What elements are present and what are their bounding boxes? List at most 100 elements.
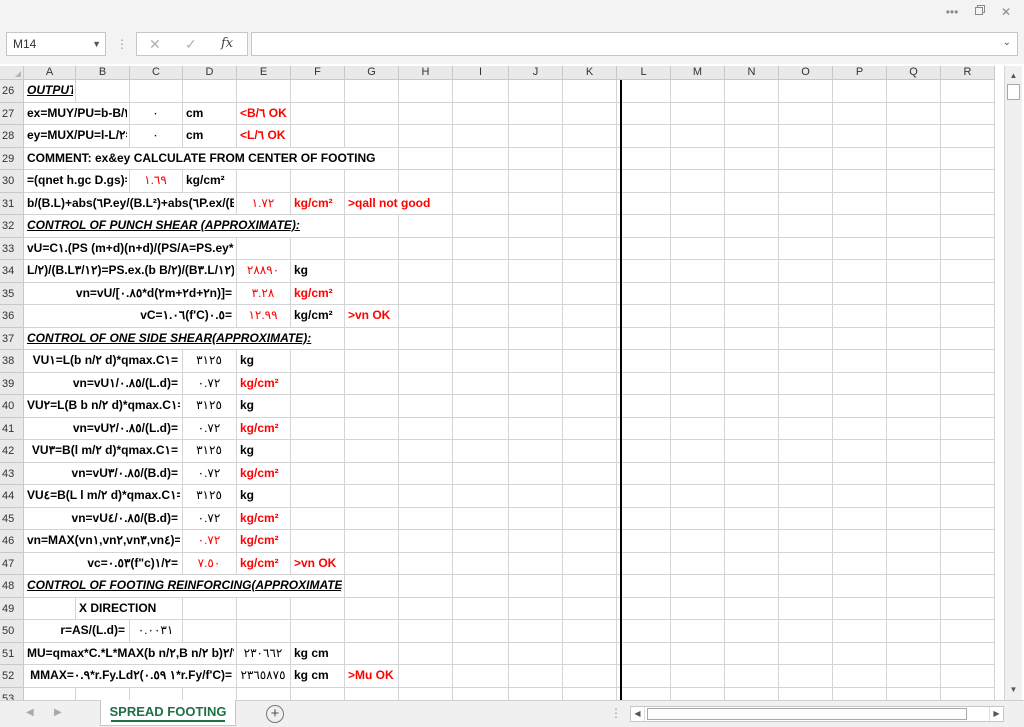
row-header[interactable]: 50 xyxy=(0,620,24,643)
row-header[interactable]: 33 xyxy=(0,237,24,260)
column-header-l[interactable]: L xyxy=(617,66,671,80)
column-header-e[interactable]: E xyxy=(237,66,291,80)
column-header-q[interactable]: Q xyxy=(887,66,941,80)
cell-a35[interactable]: vn=vU/[٠.٨٥*d(٢m+٢d+٢n)]= xyxy=(25,282,234,304)
cell-d27[interactable]: cm xyxy=(184,102,234,124)
column-header-i[interactable]: I xyxy=(453,66,509,80)
row-header[interactable]: 51 xyxy=(0,642,24,665)
cell-d38[interactable]: ٣١٢٥ xyxy=(184,350,234,372)
scroll-down-icon[interactable]: ▼ xyxy=(1006,682,1021,698)
column-header-p[interactable]: P xyxy=(833,66,887,80)
cell-d30[interactable]: kg/cm² xyxy=(184,170,234,192)
cell-a32[interactable]: CONTROL OF PUNCH SHEAR (APPROXIMATE): xyxy=(25,215,342,237)
cell-a43[interactable]: vn=vU٣/٠.٨٥/(B.d)= xyxy=(25,462,180,484)
cell-d44[interactable]: ٣١٢٥ xyxy=(184,485,234,507)
cell-d43[interactable]: ٠.٧٢ xyxy=(184,462,234,484)
cell-e28[interactable]: <L/٦ OK xyxy=(238,125,288,147)
cell-a48[interactable]: CONTROL OF FOOTING REINFORCING(APPROXIMA… xyxy=(25,575,342,597)
cell-a28[interactable]: ey=MUX/PU=l-L/٢= xyxy=(25,125,127,147)
prev-sheet-icon[interactable]: ◀ xyxy=(26,707,34,718)
vertical-dots-icon[interactable]: ⋮ xyxy=(116,36,128,52)
row-header[interactable]: 31 xyxy=(0,192,24,215)
cell-d47[interactable]: ٧.٥٠ xyxy=(184,552,234,574)
cell-c30[interactable]: ١.٦٩ xyxy=(131,170,180,192)
cell-a29[interactable]: COMMENT: ex&ey CALCULATE FROM CENTER OF … xyxy=(25,147,396,169)
cell-a41[interactable]: vn=vU٢/٠.٨٥/(L.d)= xyxy=(25,417,180,439)
cell-a40[interactable]: VU٢=L(B b n/٢ d)*qmax.C١= xyxy=(25,395,180,417)
row-header[interactable]: 35 xyxy=(0,282,24,305)
cell-a38[interactable]: VU١=L(b n/٢ d)*qmax.C١= xyxy=(25,350,180,372)
cell-f31[interactable]: kg/cm² xyxy=(292,192,342,214)
cell-a33[interactable]: vU=C١.(PS (m+d)(n+d)/(PS/A=PS.ey*l xyxy=(25,237,234,259)
row-header[interactable]: 29 xyxy=(0,147,24,170)
row-header[interactable]: 39 xyxy=(0,372,24,395)
cell-a51[interactable]: MU=qmax*C.*L*MAX(b n/٢,B n/٢ b)٢/٢= xyxy=(25,642,234,664)
row-header[interactable]: 47 xyxy=(0,552,24,575)
row-header[interactable]: 40 xyxy=(0,395,24,418)
cell-a50[interactable]: r=AS/(L.d)= xyxy=(25,620,127,642)
column-header-r[interactable]: R xyxy=(941,66,995,80)
row-header[interactable]: 52 xyxy=(0,665,24,688)
cell-a36[interactable]: vC=١.٠٦(f'C)٠.٥= xyxy=(25,305,234,327)
vertical-scrollbar[interactable]: ▲ ▼ xyxy=(1004,66,1022,700)
row-header[interactable]: 41 xyxy=(0,417,24,440)
column-header-o[interactable]: O xyxy=(779,66,833,80)
column-header-f[interactable]: F xyxy=(291,66,345,80)
cell-e44[interactable]: kg xyxy=(238,485,288,507)
cell-e40[interactable]: kg xyxy=(238,395,288,417)
column-header-j[interactable]: J xyxy=(509,66,563,80)
row-header[interactable]: 34 xyxy=(0,260,24,283)
row-header[interactable]: 43 xyxy=(0,462,24,485)
row-header[interactable]: 26 xyxy=(0,80,24,103)
row-header[interactable]: 46 xyxy=(0,530,24,553)
cell-a42[interactable]: VU٣=B(l m/٢ d)*qmax.C١= xyxy=(25,440,180,462)
cell-d39[interactable]: ٠.٧٢ xyxy=(184,372,234,394)
cell-g52[interactable]: >Mu OK xyxy=(346,665,396,687)
row-header[interactable]: 48 xyxy=(0,575,24,598)
cell-a45[interactable]: vn=vU٤/٠.٨٥/(B.d)= xyxy=(25,507,180,529)
cell-a37[interactable]: CONTROL OF ONE SIDE SHEAR(APPROXIMATE): xyxy=(25,327,342,349)
expand-formula-icon[interactable]: ⌄ xyxy=(1003,37,1011,48)
cell-e31[interactable]: ١.٧٢ xyxy=(238,192,288,214)
cell-a39[interactable]: vn=vU١/٠.٨٥/(L.d)= xyxy=(25,372,180,394)
cell-d46[interactable]: ٠.٧٢ xyxy=(184,530,234,552)
row-header[interactable]: 42 xyxy=(0,440,24,463)
cell-f36[interactable]: kg/cm² xyxy=(292,305,342,327)
cell-e51[interactable]: ٢٣٠٦٦٢ xyxy=(238,642,288,664)
column-header-m[interactable]: M xyxy=(671,66,725,80)
close-icon[interactable]: ✕ xyxy=(998,4,1014,20)
cell-d41[interactable]: ٠.٧٢ xyxy=(184,417,234,439)
row-header[interactable]: 53 xyxy=(0,687,24,700)
cell-e43[interactable]: kg/cm² xyxy=(238,462,288,484)
cell-e34[interactable]: ٢٨٨٩٠ xyxy=(238,260,288,282)
function-icon[interactable]: fx xyxy=(221,36,233,52)
cell-e42[interactable]: kg xyxy=(238,440,288,462)
more-options-icon[interactable]: ••• xyxy=(944,4,960,20)
column-header-d[interactable]: D xyxy=(183,66,237,80)
cell-e39[interactable]: kg/cm² xyxy=(238,372,288,394)
cell-a34[interactable]: L/٢)/(B.L٣/١٢)=PS.ex.(b B/٢)/(B٣.L/١٢)= xyxy=(25,260,234,282)
scroll-right-icon[interactable]: ▶ xyxy=(989,707,1003,721)
row-header[interactable]: 44 xyxy=(0,485,24,508)
horizontal-scrollbar[interactable]: ◀ ▶ xyxy=(630,706,1004,722)
column-header-k[interactable]: K xyxy=(563,66,617,80)
scroll-left-icon[interactable]: ◀ xyxy=(631,707,645,721)
cell-d45[interactable]: ٠.٧٢ xyxy=(184,507,234,529)
name-box[interactable]: M14 ▼ xyxy=(6,32,106,56)
cell-f51[interactable]: kg cm xyxy=(292,642,342,664)
cell-c28[interactable]: ٠ xyxy=(131,125,180,147)
cell-e46[interactable]: kg/cm² xyxy=(238,530,288,552)
column-header-b[interactable]: B xyxy=(76,66,130,80)
check-icon[interactable]: ✓ xyxy=(185,36,197,52)
chevron-down-icon[interactable]: ▼ xyxy=(92,33,101,55)
row-header[interactable]: 45 xyxy=(0,507,24,530)
scroll-thumb[interactable] xyxy=(647,708,967,720)
row-header[interactable]: 32 xyxy=(0,215,24,238)
cell-e41[interactable]: kg/cm² xyxy=(238,417,288,439)
cell-d28[interactable]: cm xyxy=(184,125,234,147)
cell-a27[interactable]: ex=MUY/PU=b-B/٢= xyxy=(25,102,127,124)
cell-a44[interactable]: VU٤=B(L l m/٢ d)*qmax.C١= xyxy=(25,485,180,507)
column-header-h[interactable]: H xyxy=(399,66,453,80)
select-all-corner[interactable] xyxy=(0,66,24,80)
cancel-x-icon[interactable]: ✕ xyxy=(149,36,161,52)
